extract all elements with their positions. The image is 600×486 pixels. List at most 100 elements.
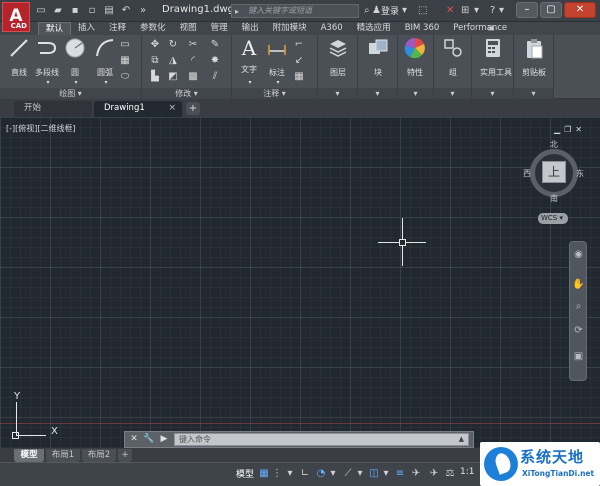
erase-icon[interactable]: ✎ <box>208 39 222 51</box>
panel-modify-title[interactable]: 修改 ▾ <box>142 88 231 99</box>
tab-performance[interactable]: Performance <box>446 22 514 35</box>
zoom-icon[interactable]: ⌕ <box>572 300 585 313</box>
tab-view[interactable]: 视图 <box>173 22 204 35</box>
text-tool[interactable]: A 文字 <box>236 37 262 75</box>
steering-wheel-icon[interactable]: ◉ <box>572 248 585 261</box>
polyline-dropdown-icon[interactable]: ▾ <box>44 79 52 86</box>
array-icon[interactable]: ▩ <box>186 71 200 83</box>
viewport-minimize-icon[interactable]: ▁ <box>554 125 560 134</box>
panel-clipboard-title[interactable]: ▾ <box>514 88 553 99</box>
viewcube-top-face[interactable]: 上 <box>542 161 566 183</box>
panel-draw-title[interactable]: 绘图 ▾ <box>0 88 141 99</box>
isodraft-icon[interactable]: ⟋ <box>342 467 354 481</box>
tab-bim360[interactable]: BIM 360 <box>398 22 447 35</box>
viewcube-south[interactable]: 南 <box>550 193 558 204</box>
search-input[interactable]: ▸ 键入关键字或短语 <box>231 4 359 18</box>
close-button[interactable]: ✕ <box>564 2 596 18</box>
scale-icon[interactable]: ◩ <box>166 71 180 83</box>
table-icon[interactable]: ▦ <box>292 71 306 83</box>
minimize-button[interactable]: – <box>516 2 538 18</box>
move-icon[interactable]: ✥ <box>148 39 162 51</box>
command-expand-icon[interactable]: ▲ <box>459 434 464 445</box>
save-as-icon[interactable]: ▫ <box>85 4 99 18</box>
panel-annotation-title[interactable]: 注释 ▾ <box>232 88 317 99</box>
signin-dropdown-icon[interactable]: ▾ <box>402 4 407 18</box>
search-icon[interactable]: ⌕ <box>364 4 370 18</box>
panel-layers-title[interactable]: ▾ <box>318 88 357 99</box>
explode-icon[interactable]: ✸ <box>208 55 222 67</box>
help-icon[interactable]: ? <box>490 4 495 18</box>
layout-tab-model[interactable]: 模型 <box>14 449 44 462</box>
object-snap-icon[interactable]: ◫ <box>368 467 380 481</box>
grid-icon[interactable]: ▦ <box>258 467 270 481</box>
polar-icon[interactable]: ◔ <box>315 467 327 481</box>
model-space-button[interactable]: 模型 <box>236 467 254 480</box>
polar-dropdown-icon[interactable]: ▾ <box>329 467 337 481</box>
layers-tool[interactable]: 图层 <box>325 37 351 78</box>
layout-tab-layout2[interactable]: 布局2 <box>82 449 116 462</box>
arc-tool[interactable]: 圆弧 <box>92 37 118 78</box>
dimension-dropdown-icon[interactable]: ▾ <box>274 79 282 86</box>
print-icon[interactable]: ▤ <box>102 4 116 18</box>
ortho-icon[interactable]: ∟ <box>300 467 310 481</box>
rotate-icon[interactable]: ↻ <box>166 39 180 51</box>
new-tab-button[interactable]: + <box>186 102 200 115</box>
more-icon[interactable]: » <box>136 4 150 18</box>
tab-parametric[interactable]: 参数化 <box>133 22 173 35</box>
new-file-icon[interactable]: ▭ <box>34 4 48 18</box>
tab-featured-apps[interactable]: 精选应用 <box>350 22 398 35</box>
apps-icon[interactable]: ⊞ <box>461 4 469 18</box>
viewcube[interactable]: 北 上 西 东 南 <box>523 140 584 204</box>
viewport-restore-icon[interactable]: ❐ <box>564 125 571 134</box>
wcs-menu[interactable]: WCS ▾ <box>538 213 568 224</box>
snap-icon[interactable]: ⋮ <box>272 467 282 481</box>
maximize-button[interactable]: ▢ <box>540 2 562 18</box>
lineweight-icon[interactable]: ≡ <box>394 467 406 481</box>
undo-icon[interactable]: ↶ <box>119 4 133 18</box>
viewport-controls-label[interactable]: [-][俯视][二维线框] <box>6 123 76 134</box>
customize-icon[interactable]: 🔧 <box>143 433 155 446</box>
annotation-scale-icon[interactable]: ⚖ <box>444 467 456 481</box>
apps-dropdown-icon[interactable]: ▾ <box>474 4 479 18</box>
tab-insert[interactable]: 插入 <box>71 22 102 35</box>
command-input[interactable]: 键入命令 ▲ <box>174 433 469 446</box>
block-tool[interactable]: 块 <box>365 37 391 78</box>
copy-icon[interactable]: ⧉ <box>148 55 162 67</box>
annotation-scale-value[interactable]: 1:1 <box>460 467 474 477</box>
clipboard-tool[interactable]: 剪贴板 <box>521 37 547 78</box>
showmotion-icon[interactable]: ▣ <box>572 350 585 363</box>
annotation-visibility-icon[interactable]: ✈ <box>410 467 422 481</box>
dimension-tool[interactable]: 标注 <box>264 37 290 78</box>
tab-output[interactable]: 输出 <box>235 22 266 35</box>
group-tool[interactable]: 组 <box>440 37 466 78</box>
ribbon-minimize-icon[interactable]: ▣ <box>488 24 498 33</box>
polyline-tool[interactable]: 多段线 <box>34 37 60 78</box>
viewcube-west[interactable]: 西 <box>523 168 531 179</box>
object-snap-dropdown-icon[interactable]: ▾ <box>382 467 390 481</box>
pan-icon[interactable]: ✋ <box>572 278 585 291</box>
exchange-icon[interactable]: ⬚ <box>418 4 427 18</box>
tab-annotate[interactable]: 注释 <box>102 22 133 35</box>
leader-icon[interactable]: ↙ <box>292 55 306 67</box>
application-menu-button[interactable]: A CAD <box>2 2 30 32</box>
panel-utilities-title[interactable]: ▾ <box>472 88 513 99</box>
help-dropdown-icon[interactable]: ▾ <box>499 4 504 18</box>
circle-dropdown-icon[interactable]: ▾ <box>72 79 80 86</box>
text-dropdown-icon[interactable]: ▾ <box>246 79 254 86</box>
panel-block-title[interactable]: ▾ <box>358 88 397 99</box>
close-command-line-icon[interactable]: ✕ <box>128 433 140 446</box>
fillet-icon[interactable]: ◜ <box>186 55 200 67</box>
panel-groups-title[interactable]: ▾ <box>434 88 471 99</box>
line-tool[interactable]: 直线 <box>6 37 32 78</box>
orbit-icon[interactable]: ⟳ <box>572 324 585 337</box>
linear-dim-icon[interactable]: ⌐ <box>292 39 306 51</box>
tab-drawing1[interactable]: Drawing1 × <box>94 101 182 117</box>
close-tab-icon[interactable]: × <box>168 101 176 116</box>
trim-icon[interactable]: ✂ <box>186 39 200 51</box>
drawing-canvas[interactable]: [-][俯视][二维线框] ▁ ❐ ✕ 北 上 西 东 南 WCS ▾ ◉ ✋ … <box>0 117 600 448</box>
tab-default[interactable]: 默认 <box>38 22 72 35</box>
properties-tool[interactable]: 特性 <box>402 37 428 78</box>
user-icon[interactable]: ♟ <box>372 4 381 18</box>
viewcube-east[interactable]: 东 <box>576 168 584 179</box>
layout-tab-layout1[interactable]: 布局1 <box>46 449 80 462</box>
